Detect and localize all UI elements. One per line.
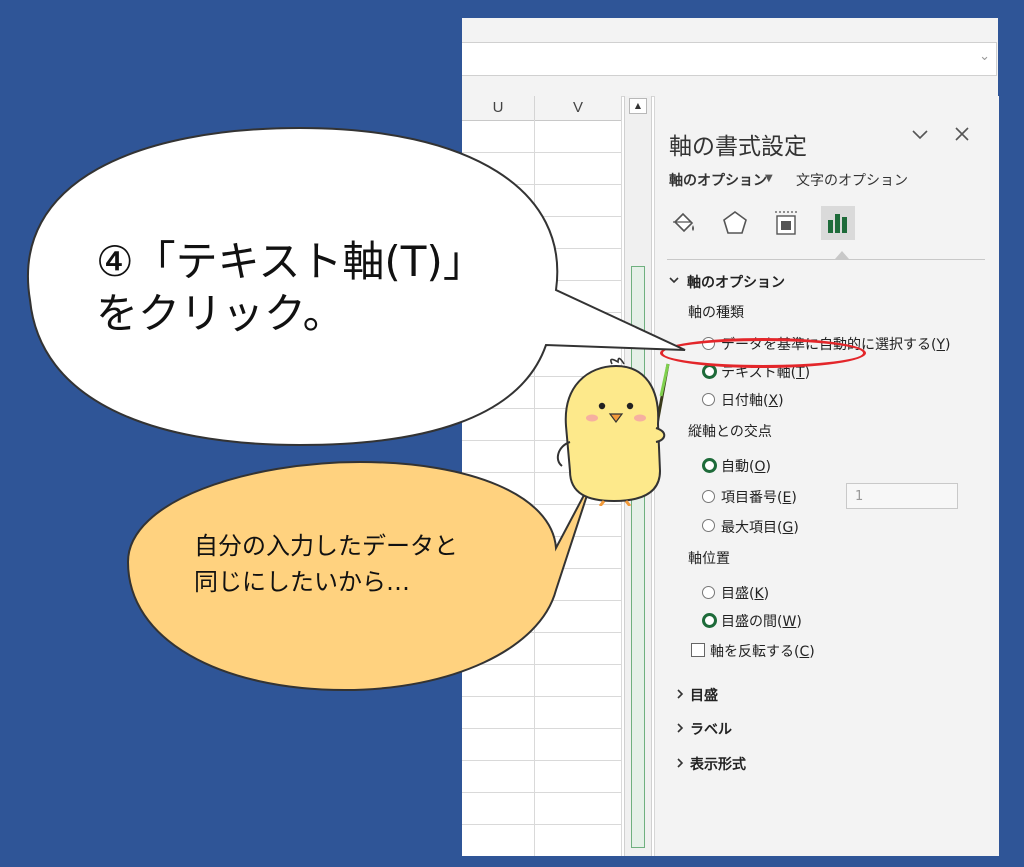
hint-line-2: 同じにしたいから… <box>194 568 410 596</box>
chick-mascot-icon <box>556 357 670 506</box>
instruction-text: ④「テキスト軸(T)」 をクリック。 <box>96 236 485 340</box>
speech-bubbles <box>27 126 686 692</box>
instruction-line-2: をクリック。 <box>96 289 345 338</box>
instruction-line-1: ④「テキスト軸(T)」 <box>96 237 485 286</box>
hint-text: 自分の入力したデータと 同じにしたいから… <box>194 528 458 600</box>
hint-line-1: 自分の入力したデータと <box>194 532 458 560</box>
